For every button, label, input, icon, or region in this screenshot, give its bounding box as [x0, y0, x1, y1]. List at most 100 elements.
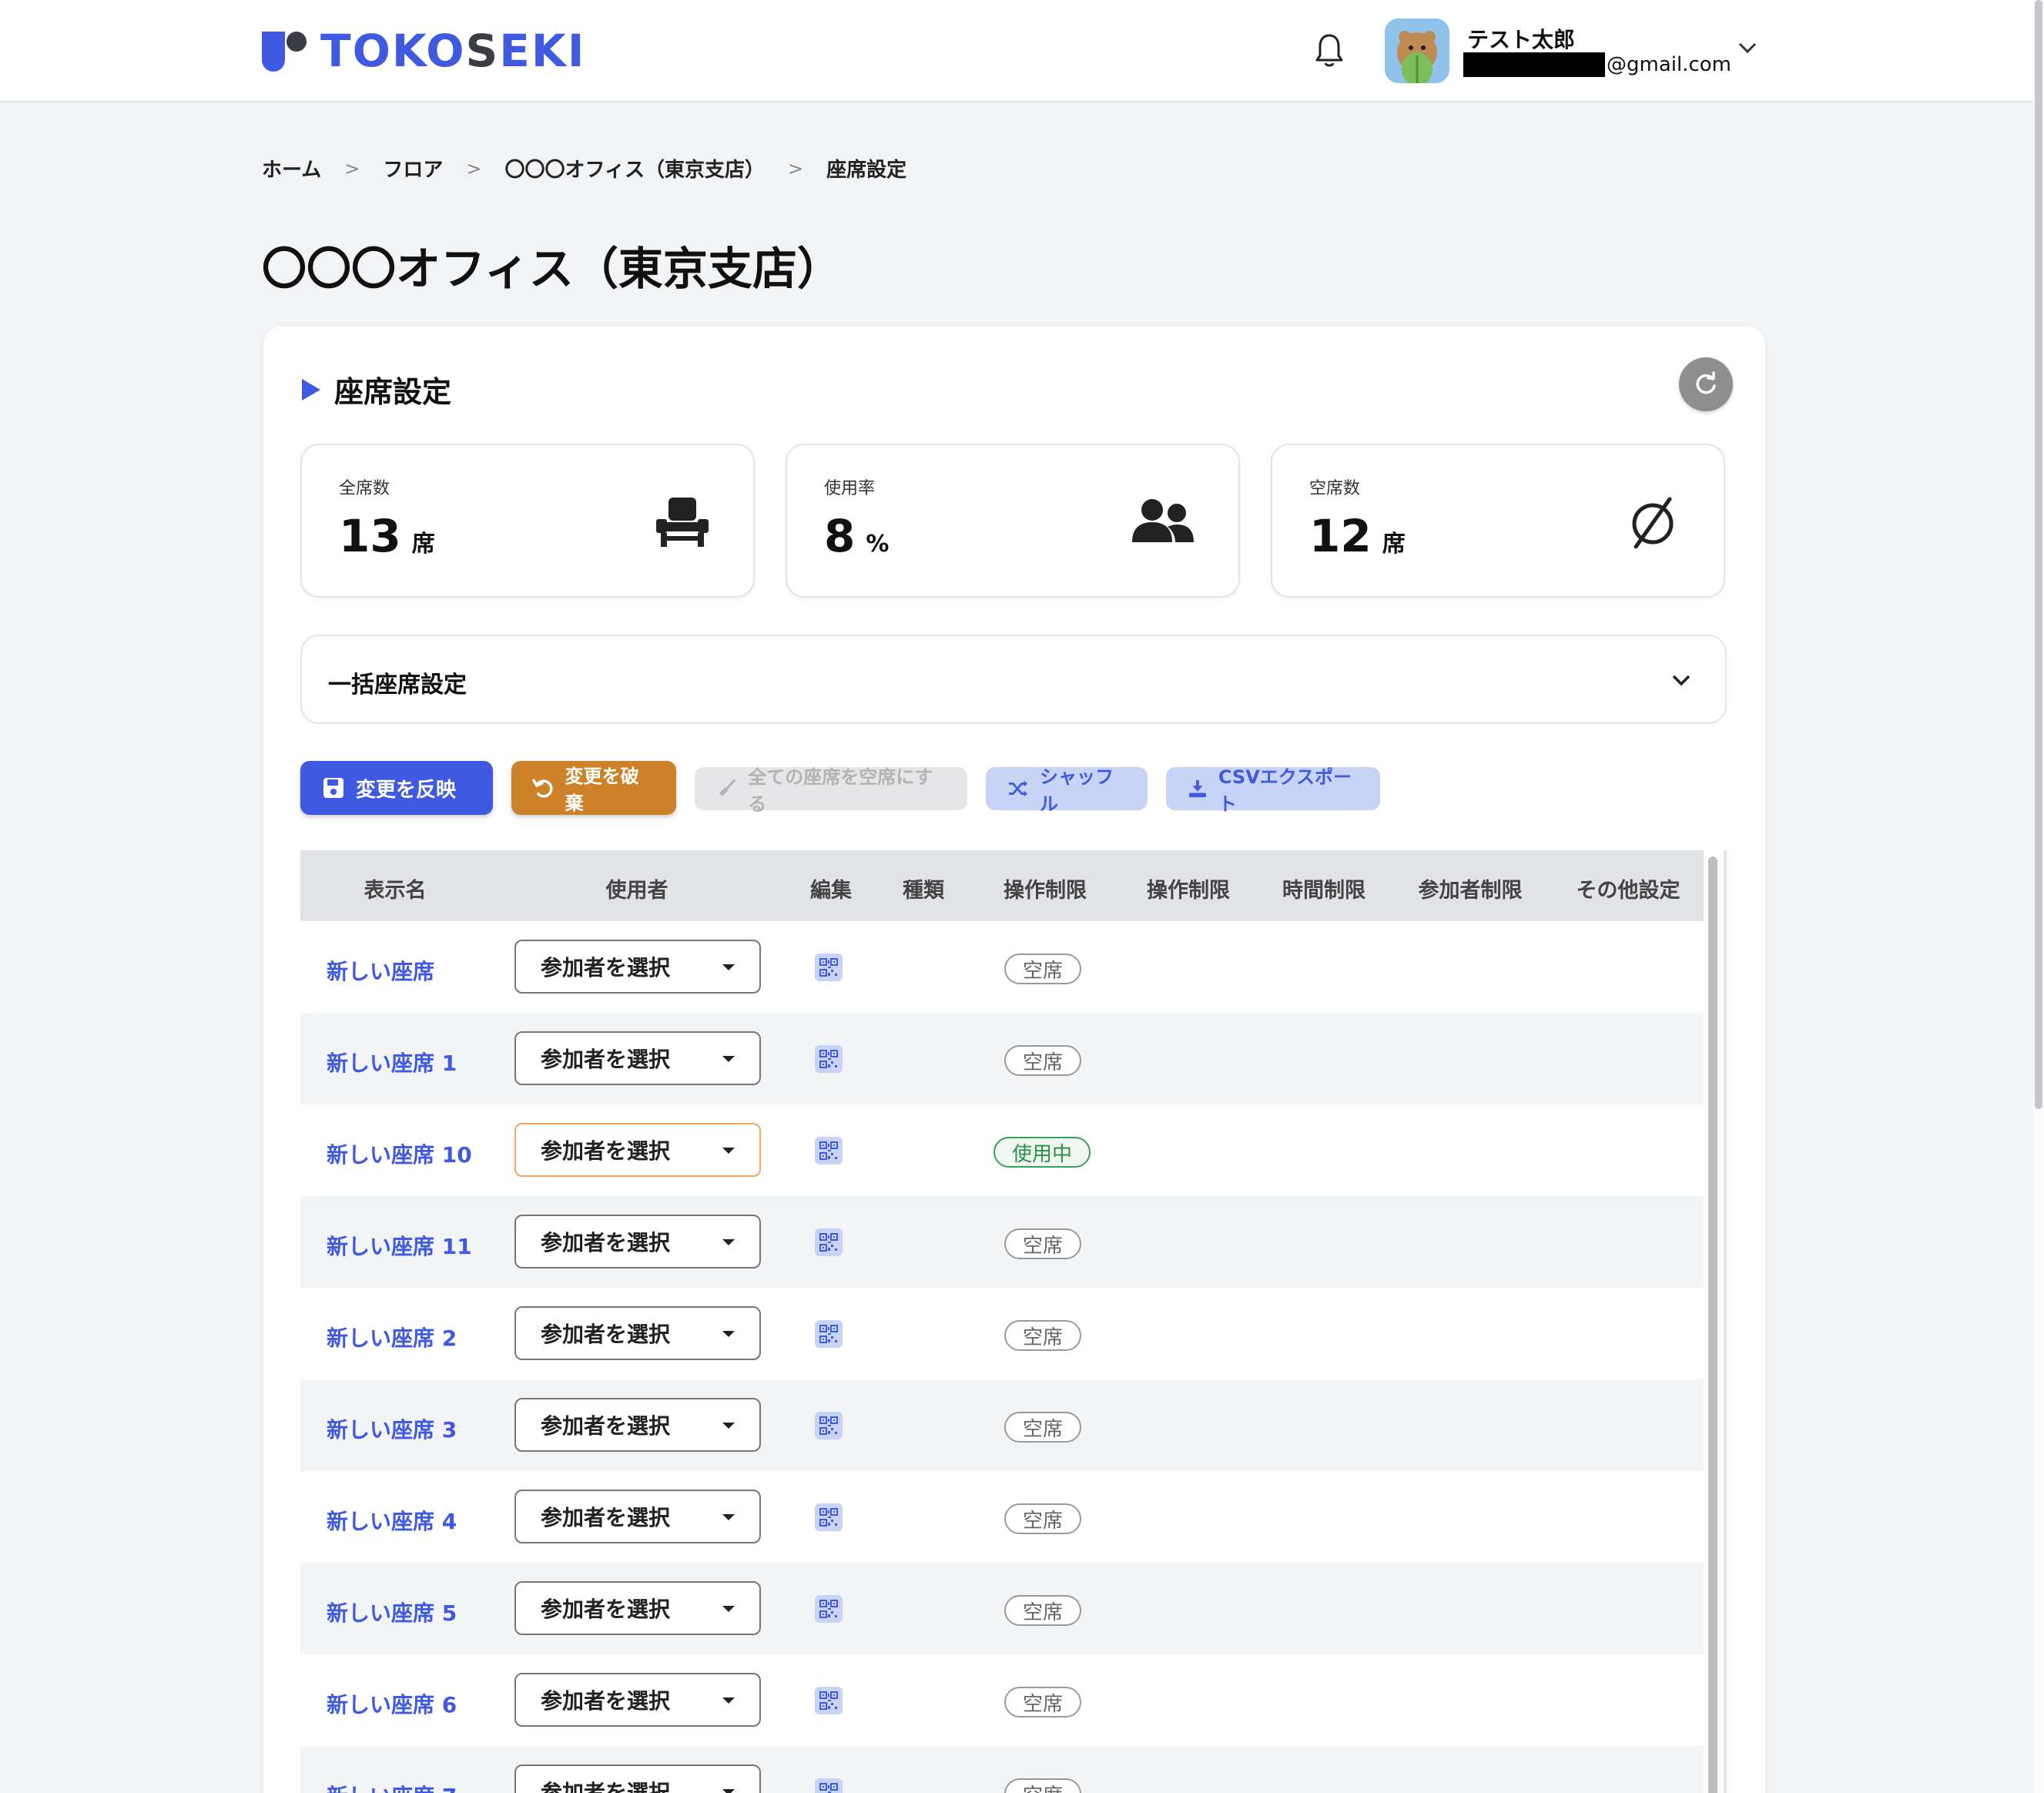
status-badge: 空席: [1004, 1503, 1082, 1534]
qr-code-icon: [819, 1600, 838, 1618]
table-body: 新しい座席 参加者を選択 空席 新しい座席 1 参加者を選択 空席 新しい座席 10 参加者を…: [300, 921, 1704, 1793]
bulk-seat-settings-accordion[interactable]: 一括座席設定: [300, 635, 1727, 724]
seat-name-link[interactable]: 新しい座席 10: [327, 1138, 472, 1169]
caret-down-icon: [722, 1331, 735, 1337]
logo-text: TOKOSEKI: [320, 25, 586, 77]
caret-down-icon: [722, 1423, 735, 1429]
qr-code-icon: [819, 1508, 838, 1527]
chevron-down-icon[interactable]: [1737, 42, 1758, 54]
user-name: テスト太郎: [1467, 27, 1576, 52]
caret-down-icon: [722, 964, 735, 970]
seat-name-link[interactable]: 新しい座席 3: [327, 1413, 457, 1444]
shuffle-icon: [1008, 780, 1028, 797]
stat-empty-seats: 空席数 12 席: [1271, 444, 1725, 598]
seat-name-link[interactable]: 新しい座席 2: [327, 1322, 457, 1352]
qr-code-icon: [819, 1691, 838, 1710]
page-scrollbar-thumb[interactable]: [2035, 0, 2042, 1109]
breadcrumb-office[interactable]: 〇〇〇オフィス（東京支店）: [504, 154, 764, 183]
avatar[interactable]: [1385, 18, 1449, 83]
qr-code-button[interactable]: [815, 1595, 843, 1623]
broom-icon: [719, 779, 736, 796]
user-select[interactable]: 参加者を選択: [514, 1673, 761, 1727]
breadcrumb-separator: >: [344, 157, 360, 179]
qr-code-button[interactable]: [815, 1045, 843, 1073]
chevron-down-icon: [1672, 675, 1690, 686]
qr-code-icon: [819, 958, 838, 977]
status-badge: 空席: [1004, 1045, 1082, 1076]
seat-name-link[interactable]: 新しい座席 5: [327, 1597, 457, 1627]
undo-icon: [532, 779, 553, 798]
column-header-edit: 編集: [810, 879, 852, 903]
stat-unit: %: [866, 531, 890, 558]
user-select[interactable]: 参加者を選択: [514, 1031, 761, 1085]
user-select[interactable]: 参加者を選択: [514, 1215, 761, 1269]
stat-total-seats: 全席数 13 席: [300, 444, 755, 598]
triangle-right-icon: [302, 378, 320, 400]
csv-export-button[interactable]: CSVエクスポート: [1166, 766, 1380, 815]
clear-all-seats-button: 全ての座席を空席にする: [695, 766, 967, 815]
seat-name-link[interactable]: 新しい座席 6: [327, 1688, 457, 1719]
user-select[interactable]: 参加者を選択: [514, 1765, 761, 1793]
caret-down-icon: [722, 1789, 735, 1793]
seat-name-link[interactable]: 新しい座席 1: [327, 1047, 457, 1077]
breadcrumb: ホーム > フロア > 〇〇〇オフィス（東京支店） > 座席設定: [262, 154, 906, 183]
table-scrollbar-thumb[interactable]: [1708, 856, 1717, 1793]
seat-name-link[interactable]: 新しい座席 11: [327, 1230, 472, 1261]
table-row: 新しい座席 5 参加者を選択 空席: [300, 1563, 1704, 1654]
table-row: 新しい座席 参加者を選択 空席: [300, 921, 1704, 1013]
qr-code-icon: [819, 1325, 838, 1343]
caret-down-icon: [722, 1514, 735, 1520]
bell-icon[interactable]: [1314, 32, 1345, 69]
caret-down-icon: [722, 1606, 735, 1612]
seat-name-link[interactable]: 新しい座席: [327, 955, 434, 986]
qr-code-icon: [819, 1050, 838, 1068]
redacted-block: [1463, 52, 1605, 77]
logo-mark-icon: [260, 28, 307, 73]
breadcrumb-current: 座席設定: [826, 159, 907, 182]
table-row: 新しい座席 4 参加者を選択 空席: [300, 1471, 1704, 1563]
column-header-participant-limit: 参加者制限: [1418, 879, 1523, 903]
breadcrumb-separator: >: [787, 157, 804, 179]
qr-code-icon: [819, 1233, 838, 1252]
caret-down-icon: [722, 1239, 735, 1245]
breadcrumb-home[interactable]: ホーム: [262, 154, 321, 183]
qr-code-button[interactable]: [815, 1503, 843, 1531]
shuffle-button[interactable]: シャッフル: [986, 766, 1148, 815]
user-select[interactable]: 参加者を選択: [514, 1398, 761, 1452]
caret-down-icon: [722, 1056, 735, 1062]
qr-code-button[interactable]: [815, 1137, 843, 1165]
user-email: @gmail.com: [1463, 52, 1731, 77]
user-select[interactable]: 参加者を選択: [514, 1123, 761, 1177]
column-header-type: 種類: [903, 879, 944, 903]
avatar-image: [1385, 18, 1449, 83]
qr-code-button[interactable]: [815, 1687, 843, 1714]
seat-name-link[interactable]: 新しい座席 7: [327, 1780, 457, 1793]
qr-code-button[interactable]: [815, 1778, 843, 1793]
refresh-button[interactable]: [1679, 357, 1733, 411]
user-select[interactable]: 参加者を選択: [514, 940, 761, 994]
qr-code-button[interactable]: [815, 1320, 843, 1348]
column-header-display-name[interactable]: 表示名: [364, 873, 427, 903]
qr-code-button[interactable]: [815, 1412, 843, 1439]
breadcrumb-separator: >: [466, 157, 482, 179]
seat-name-link[interactable]: 新しい座席 4: [327, 1505, 457, 1536]
column-header-user[interactable]: 使用者: [606, 873, 668, 903]
user-select[interactable]: 参加者を選択: [514, 1306, 761, 1360]
logo[interactable]: TOKOSEKI: [260, 25, 586, 77]
breadcrumb-floor[interactable]: フロア: [383, 154, 443, 183]
apply-changes-button[interactable]: 変更を反映: [300, 761, 493, 815]
caret-down-icon: [722, 1697, 735, 1704]
qr-code-button[interactable]: [815, 1228, 843, 1256]
table-row: 新しい座席 1 参加者を選択 空席: [300, 1013, 1704, 1104]
user-select[interactable]: 参加者を選択: [514, 1581, 761, 1635]
table-header: 表示名 使用者 編集 種類 操作制限 操作制限 時間制限 参加者制限 その他設定: [300, 850, 1704, 921]
status-badge: 使用中: [994, 1137, 1091, 1168]
qr-code-button[interactable]: [815, 953, 843, 981]
status-badge: 空席: [1004, 1595, 1082, 1626]
status-badge: 空席: [1004, 1228, 1082, 1259]
user-select[interactable]: 参加者を選択: [514, 1490, 761, 1543]
column-header-operation-limit-2: 操作制限: [1147, 879, 1230, 903]
stat-unit: 席: [411, 531, 435, 558]
stat-value: 13: [339, 510, 401, 562]
discard-changes-button[interactable]: 変更を破棄: [511, 761, 676, 815]
